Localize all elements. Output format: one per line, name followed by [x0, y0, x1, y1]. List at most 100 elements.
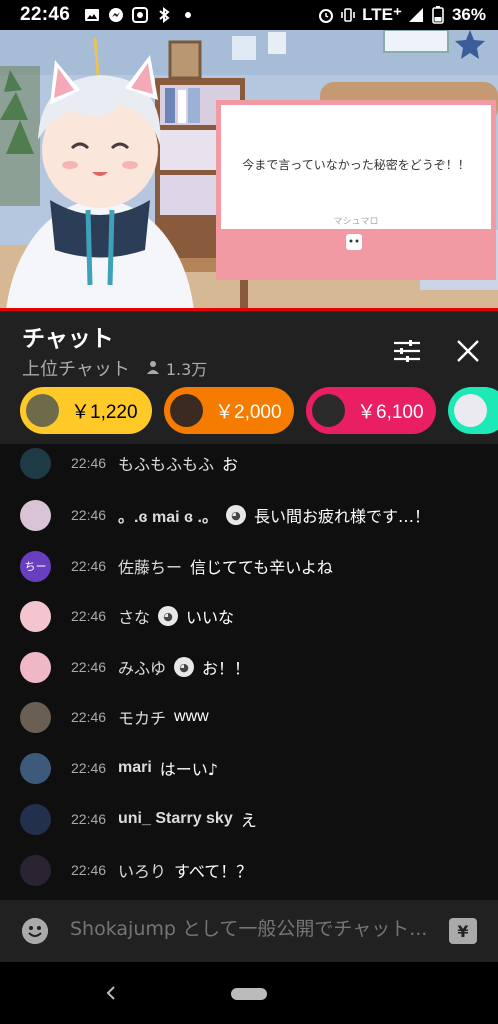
- marshmallow-text: 今まで言っていなかった秘密をどうぞ！！: [242, 157, 469, 172]
- chat-header: チャット 上位チャット 1.3万 ￥1,220 ￥2,000 ￥6,100: [0, 311, 498, 444]
- chat-message: 22:46 みふゆ ◕ お！！: [0, 645, 498, 689]
- viewer-count-value: 1.3万: [165, 360, 208, 379]
- android-nav-bar: [0, 962, 498, 1024]
- alarm-icon: [318, 7, 334, 23]
- chat-message: 22:46 。.ɞ mai ɞ .。 ◕ 長い間お疲れ様です…！: [0, 493, 498, 537]
- super-chat-button[interactable]: ¥: [449, 918, 477, 944]
- signal-icon: [408, 7, 424, 23]
- super-chat-ticker[interactable]: [448, 387, 498, 434]
- chat-mode-label: 上位チャット: [22, 359, 130, 380]
- message-text: いいな: [186, 608, 235, 627]
- chat-mode-selector[interactable]: 上位チャット 1.3万: [22, 355, 207, 381]
- avatar[interactable]: ちー: [20, 550, 51, 582]
- message-time: 22:46: [71, 659, 107, 675]
- network-label: LTE⁺: [362, 5, 402, 24]
- avatar[interactable]: [20, 600, 51, 632]
- app-notification-icon: [132, 7, 149, 23]
- message-author[interactable]: モカチ: [118, 705, 166, 729]
- message-author[interactable]: もふもふもふ: [118, 451, 214, 475]
- message-time: 22:46: [71, 507, 107, 523]
- chat-title: チャット: [22, 326, 114, 352]
- stream-scene: 今まで言っていなかった秘密をどうぞ！！ マシュマロ: [0, 30, 498, 310]
- avatar[interactable]: [20, 447, 51, 479]
- chat-message: 22:46 いろり すべて！？: [0, 848, 498, 892]
- avatar[interactable]: [20, 803, 51, 835]
- message-time: 22:46: [71, 558, 107, 574]
- message-time: 22:46: [71, 811, 107, 827]
- avatar: [454, 394, 487, 427]
- message-author[interactable]: さな: [118, 604, 150, 628]
- message-author[interactable]: mari: [118, 759, 152, 777]
- message-text: すべて！？: [174, 862, 253, 881]
- avatar[interactable]: [20, 854, 51, 886]
- dot-icon: [180, 7, 196, 23]
- ticker-amount: ￥1,220: [71, 402, 138, 423]
- ticker-amount: ￥6,100: [357, 402, 424, 423]
- battery-percent: 36%: [451, 5, 486, 24]
- smiley-icon: [22, 918, 48, 944]
- message-author[interactable]: 。.ɞ mai ɞ .。: [118, 503, 218, 527]
- video-player[interactable]: 今まで言っていなかった秘密をどうぞ！！ マシュマロ: [0, 30, 498, 310]
- message-author[interactable]: みふゆ: [118, 655, 166, 679]
- bluetooth-icon: [156, 7, 172, 23]
- super-chat-ticker[interactable]: ￥6,100: [306, 387, 436, 434]
- message-time: 22:46: [71, 455, 107, 471]
- back-button[interactable]: [102, 982, 120, 1004]
- chat-message: ちー 22:46 佐藤ちー 信じてても辛いよね: [0, 544, 498, 588]
- emoji-icon: ◕: [225, 505, 246, 525]
- home-pill[interactable]: [231, 988, 267, 1000]
- chat-message: 22:46 モカチ www: [0, 695, 498, 739]
- chat-input-bar: ¥: [0, 900, 498, 962]
- chat-settings-button[interactable]: [387, 333, 427, 373]
- status-right: LTE⁺ 36%: [318, 5, 486, 25]
- chat-message: 22:46 mari はーい♪: [0, 746, 498, 790]
- super-chat-ticker[interactable]: ￥1,220: [20, 387, 152, 434]
- sliders-icon: [394, 340, 420, 366]
- avatar: [312, 394, 345, 427]
- message-text: お: [222, 455, 239, 474]
- viewer-count: 1.3万: [146, 356, 207, 380]
- message-text: え: [240, 811, 257, 830]
- message-time: 22:46: [71, 709, 107, 725]
- chat-message: 22:46 さな ◕ いいな: [0, 594, 498, 638]
- super-chat-ticker[interactable]: ￥2,000: [164, 387, 294, 434]
- chat-input[interactable]: [70, 918, 440, 940]
- chat-message: 22:46 uni_ Starry sky え: [0, 797, 498, 841]
- battery-icon: [430, 6, 446, 24]
- chat-message: 22:46 もふもふもふ お: [0, 444, 498, 485]
- super-chat-tickers: ￥1,220 ￥2,000 ￥6,100: [20, 387, 498, 434]
- message-text: 長い間お疲れ様です…！: [253, 507, 430, 526]
- message-time: 22:46: [71, 760, 107, 776]
- emoji-icon: ◕: [158, 606, 179, 626]
- message-text: お！！: [202, 659, 251, 678]
- vibrate-icon: [340, 7, 356, 23]
- close-icon: [457, 340, 479, 366]
- message-author[interactable]: いろり: [118, 858, 166, 882]
- close-chat-button[interactable]: [448, 333, 488, 373]
- message-time: 22:46: [71, 608, 107, 624]
- avatar[interactable]: [20, 752, 51, 784]
- message-time: 22:46: [71, 862, 107, 878]
- message-text: 信じてても辛いよね: [190, 558, 333, 577]
- message-text: www: [174, 708, 209, 725]
- avatar[interactable]: [20, 701, 51, 733]
- message-text: はーい♪: [159, 760, 219, 779]
- avatar: [170, 394, 203, 427]
- emoji-icon: ◕: [174, 657, 195, 677]
- message-author[interactable]: 佐藤ちー: [118, 554, 182, 578]
- avatar: [26, 394, 59, 427]
- message-author[interactable]: uni_ Starry sky: [118, 810, 233, 828]
- avatar[interactable]: [20, 651, 51, 683]
- back-chevron-icon: [106, 986, 115, 1000]
- status-time: 22:46: [20, 4, 71, 25]
- chat-message-list[interactable]: 22:46 もふもふもふ お 22:46 。.ɞ mai ɞ .。 ◕ 長い間お…: [0, 444, 498, 900]
- person-icon: [146, 359, 160, 378]
- emoji-picker-button[interactable]: [22, 918, 48, 944]
- marshmallow-brand: マシュマロ: [333, 217, 378, 227]
- ticker-amount: ￥2,000: [215, 402, 282, 423]
- currency-icon: ¥: [457, 921, 469, 941]
- gallery-icon: [84, 7, 100, 23]
- messenger-icon: [108, 7, 124, 23]
- notification-icons: [84, 7, 196, 23]
- avatar[interactable]: [20, 499, 51, 531]
